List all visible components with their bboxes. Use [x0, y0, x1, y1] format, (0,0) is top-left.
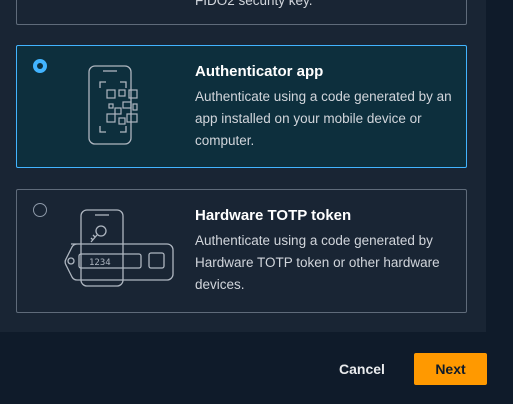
radio-hardware-totp[interactable] [33, 203, 47, 217]
authenticator-app-description: Authenticate using a code generated by a… [195, 89, 452, 148]
phone-qr-icon [88, 65, 138, 145]
next-button[interactable]: Next [414, 353, 487, 385]
cancel-button[interactable]: Cancel [332, 353, 392, 385]
radio-authenticator-app[interactable] [33, 59, 47, 73]
scroll-gutter [486, 0, 513, 332]
option-card-security-key[interactable]: FIDO2 security key. [16, 0, 467, 25]
option-card-authenticator-app[interactable]: Authenticator app Authenticate using a c… [16, 45, 467, 168]
security-key-description: FIDO2 security key. [195, 0, 313, 8]
totp-token-icon: 1234 [64, 209, 174, 287]
hardware-totp-title: Hardware TOTP token [195, 207, 352, 224]
option-card-hardware-totp[interactable]: 1234 Hardware TOTP token Authenticate us… [16, 189, 467, 313]
authenticator-app-title: Authenticator app [195, 63, 324, 80]
token-display-text: 1234 [89, 258, 111, 268]
hardware-totp-description: Authenticate using a code generated by H… [195, 233, 440, 292]
mfa-device-panel: FIDO2 security key. Authenticator app Au… [0, 0, 486, 332]
